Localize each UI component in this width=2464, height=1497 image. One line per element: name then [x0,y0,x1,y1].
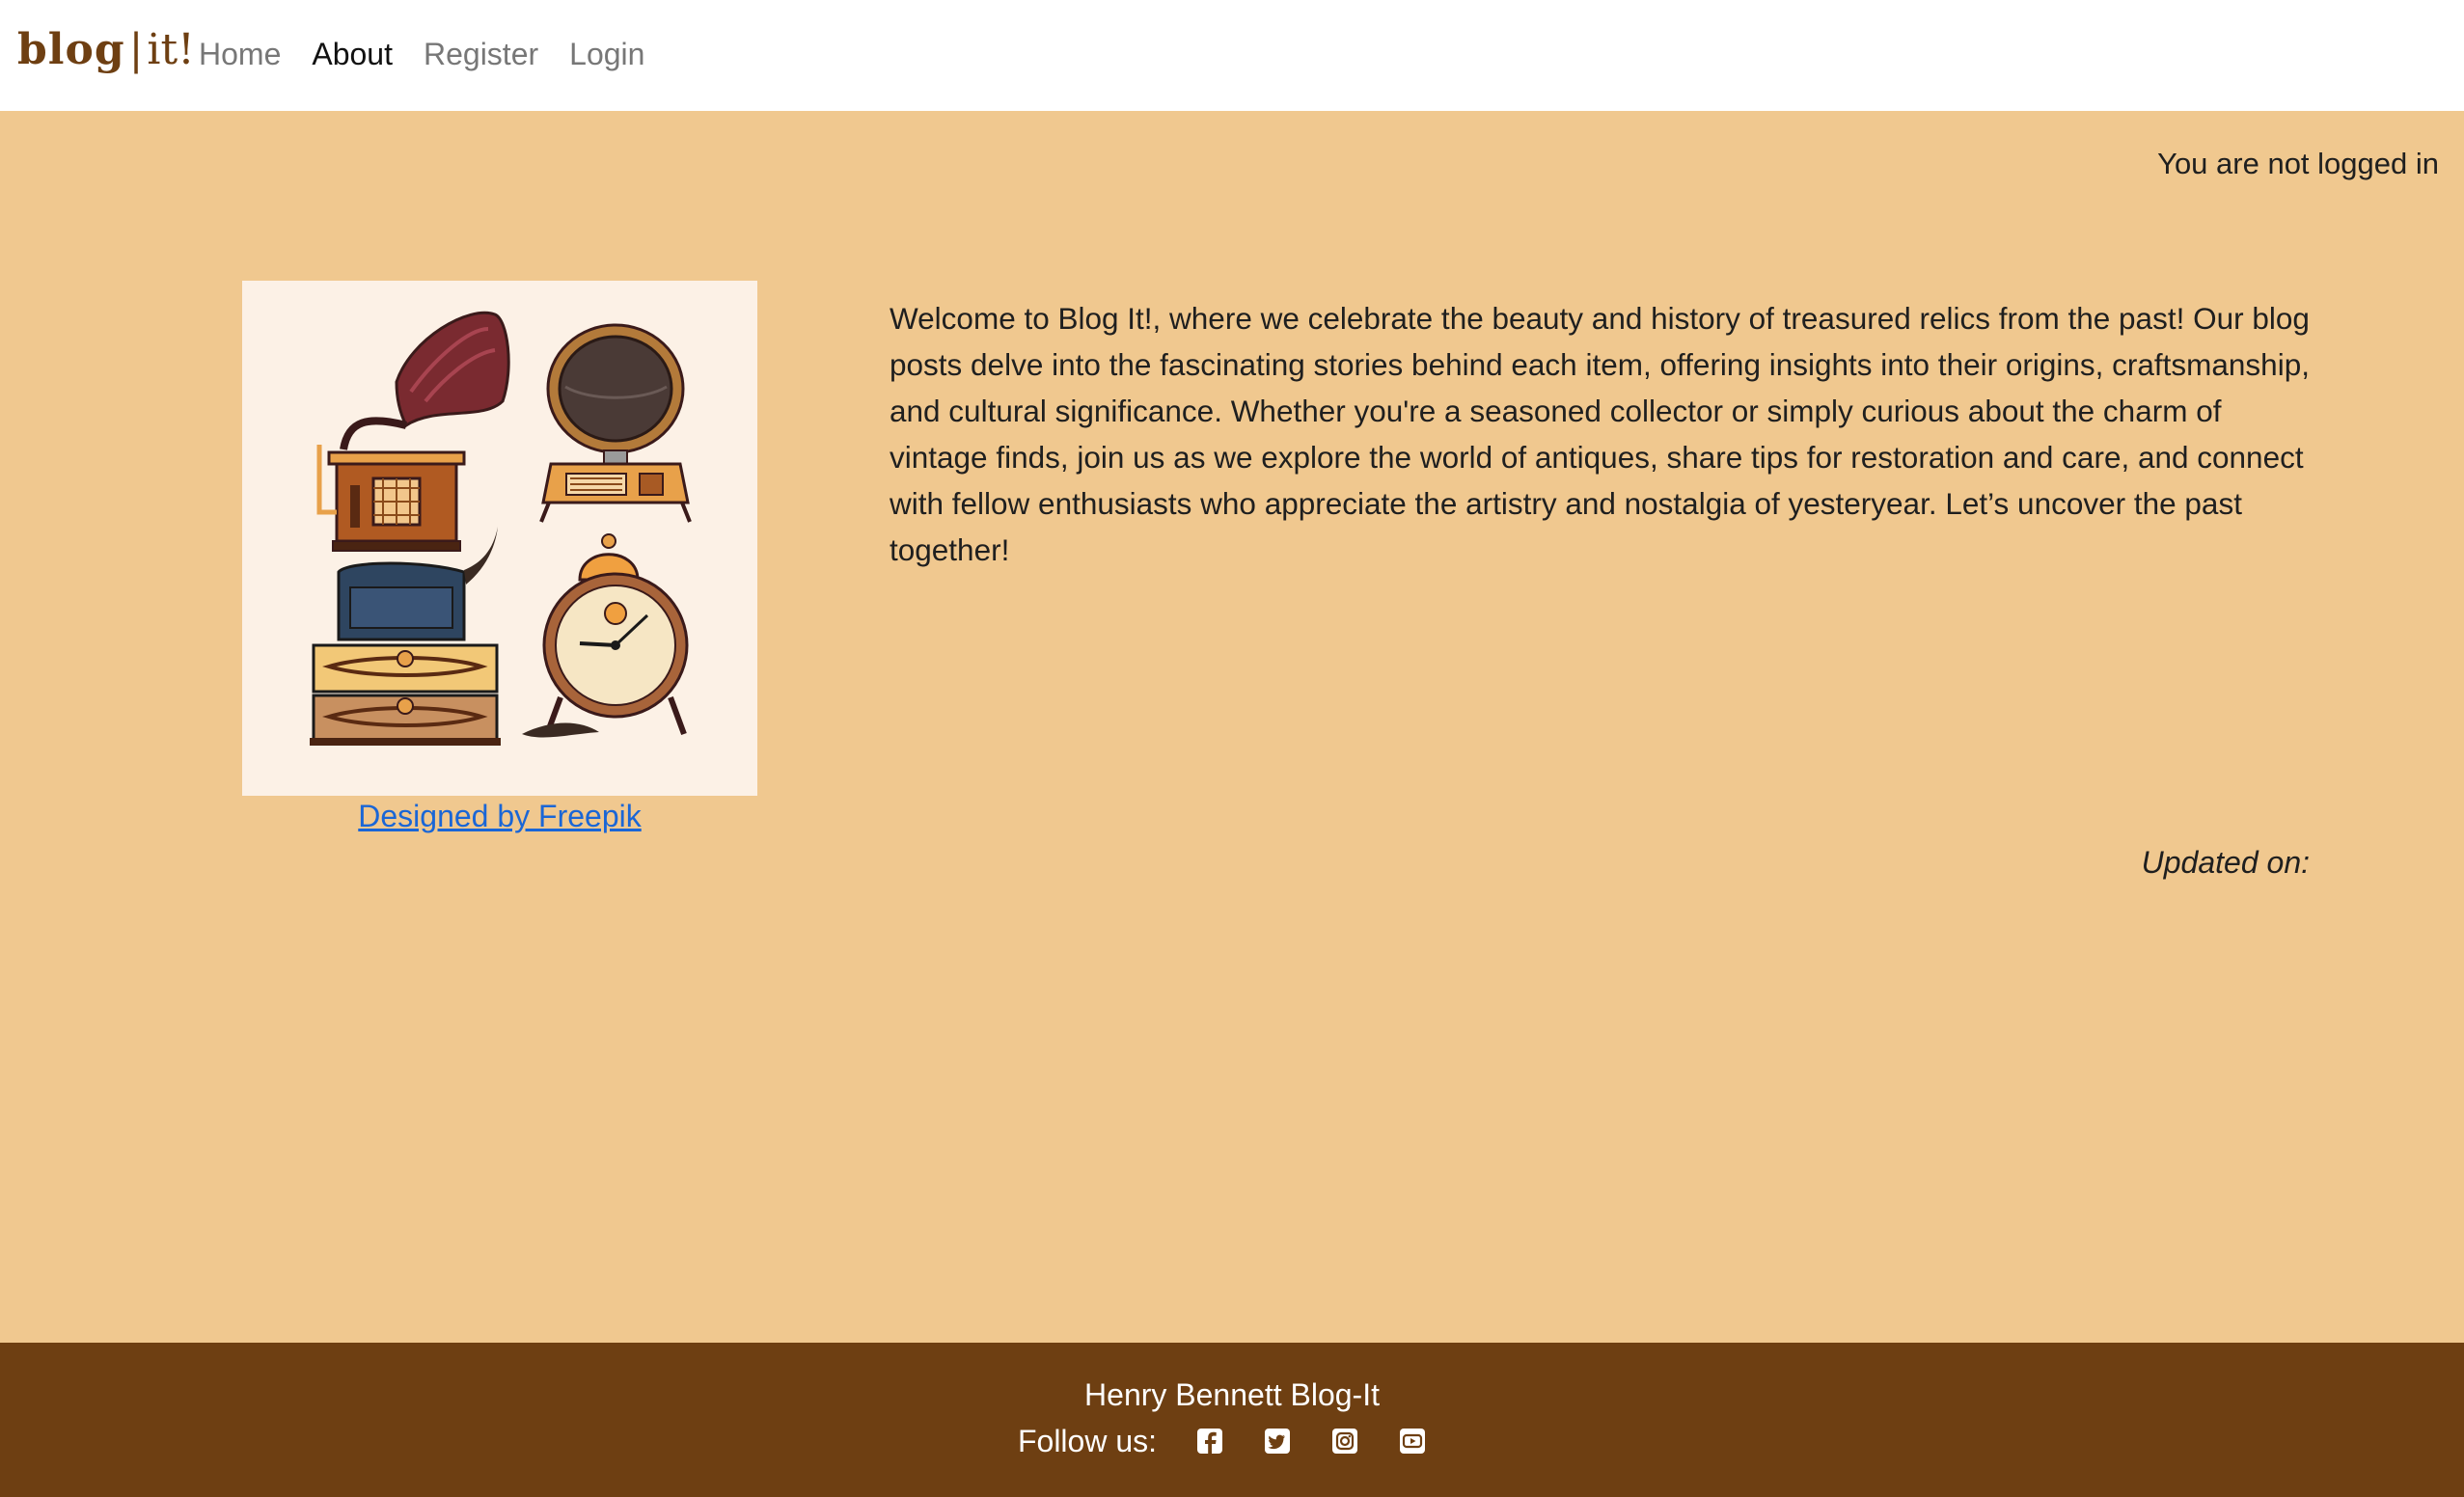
follow-us-label: Follow us: [1017,1424,1158,1458]
freepik-credit-link[interactable]: Designed by Freepik [242,799,757,834]
brand-logo-separator: | [128,25,144,74]
login-status-text: You are not logged in [2157,147,2439,180]
youtube-icon[interactable] [1397,1426,1428,1456]
top-navbar: blog | it! Home About Register Login [0,0,2464,111]
nav-login-link[interactable]: Login [569,31,644,77]
gramophone-icon [316,311,510,552]
nav-home-link[interactable]: Home [199,31,281,77]
main-nav: Home About Register Login [199,31,675,77]
brand-logo[interactable]: blog | it! [17,25,195,83]
nav-about-link[interactable]: About [312,31,393,77]
page-footer: Henry Bennett Blog-It Follow us: [0,1343,2464,1497]
brand-logo-it: it! [147,25,195,74]
about-intro-text: Welcome to Blog It!, where we celebrate … [890,301,2310,567]
follow-us-row: Follow us: [0,1422,2464,1460]
brand-logo-blog: blog [17,25,125,74]
twitter-icon[interactable] [1262,1426,1293,1456]
nav-register-link[interactable]: Register [424,31,538,77]
alarm-clock-icon [522,533,689,738]
facebook-icon[interactable] [1194,1426,1225,1456]
instagram-icon[interactable] [1329,1426,1360,1456]
antiques-illustration [242,281,757,796]
updated-on-label: Updated on: [2141,845,2310,880]
vintage-suitcases-icon [310,527,501,746]
footer-title: Henry Bennett Blog-It [1084,1377,1380,1412]
vintage-radio-icon [539,323,692,523]
